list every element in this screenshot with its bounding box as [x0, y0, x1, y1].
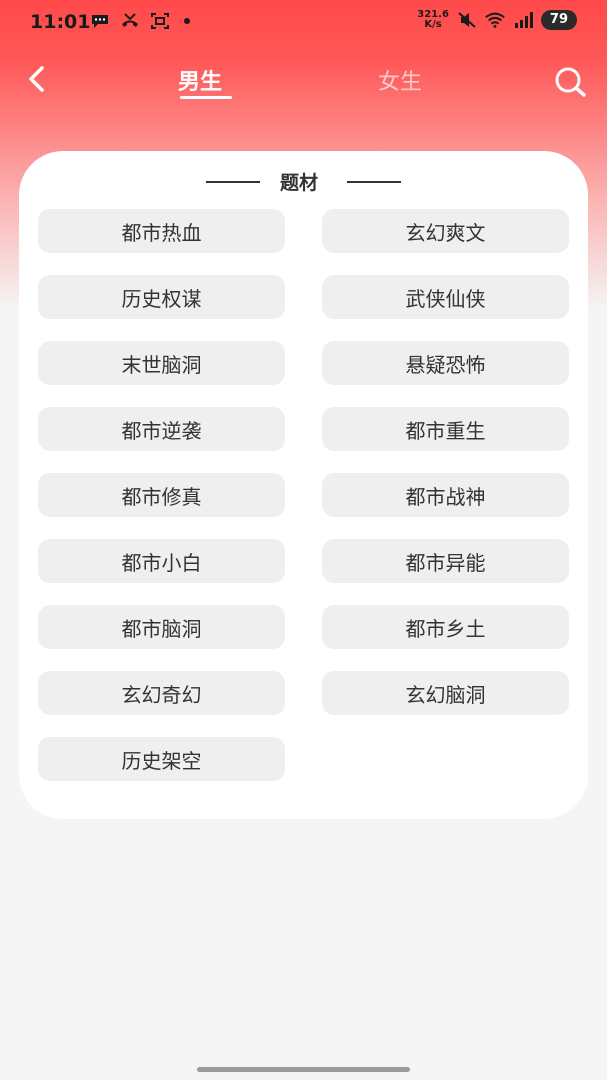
genre-chip[interactable]: 玄幻脑洞 — [322, 671, 569, 715]
top-nav: 男生 女生 — [0, 50, 607, 110]
net-speed-unit: K/s — [424, 19, 442, 30]
tab-active-underline — [180, 96, 232, 99]
status-bar: 11:01 321.6 K/s 79 — [0, 0, 607, 46]
genre-chip[interactable]: 玄幻奇幻 — [38, 671, 285, 715]
wifi-icon — [485, 12, 505, 28]
signal-icon — [514, 12, 533, 28]
genre-chip[interactable]: 都市脑洞 — [38, 605, 285, 649]
screen-capture-icon — [151, 13, 169, 29]
net-speed: 321.6 K/s — [417, 10, 449, 30]
tab-female[interactable]: 女生 — [378, 64, 422, 96]
genre-chip[interactable]: 玄幻爽文 — [322, 209, 569, 253]
home-indicator[interactable] — [197, 1067, 410, 1072]
title-divider-left — [206, 181, 260, 183]
genre-chip[interactable]: 悬疑恐怖 — [322, 341, 569, 385]
genre-chip[interactable]: 历史架空 — [38, 737, 285, 781]
genre-chip[interactable]: 都市热血 — [38, 209, 285, 253]
battery-icon: 79 — [540, 10, 577, 30]
status-left-icons — [90, 12, 190, 30]
missed-call-icon — [122, 13, 138, 27]
title-divider-right — [347, 181, 401, 183]
status-time: 11:01 — [30, 11, 91, 33]
genre-chip[interactable]: 历史权谋 — [38, 275, 285, 319]
genre-chip[interactable]: 末世脑洞 — [38, 341, 285, 385]
genre-chip[interactable]: 都市战神 — [322, 473, 569, 517]
tab-male[interactable]: 男生 — [178, 64, 222, 96]
mute-icon — [458, 12, 476, 28]
genre-chip[interactable]: 都市小白 — [38, 539, 285, 583]
genre-chip[interactable]: 都市逆袭 — [38, 407, 285, 451]
genre-chip[interactable]: 都市异能 — [322, 539, 569, 583]
genre-chip[interactable]: 都市乡土 — [322, 605, 569, 649]
genre-chip[interactable]: 都市重生 — [322, 407, 569, 451]
section-header: 题材 — [19, 168, 588, 194]
section-title: 题材 — [280, 172, 319, 194]
notification-dot-icon — [184, 18, 190, 24]
status-right-icons: 321.6 K/s 79 — [417, 10, 577, 30]
genre-card: 题材 都市热血 玄幻爽文 历史权谋 武侠仙侠 末世脑洞 悬疑恐怖 都市逆袭 都市重生 都市修真都… — [19, 151, 588, 819]
search-icon[interactable] — [552, 64, 588, 100]
chat-bubble-icon — [92, 15, 108, 28]
genre-chip[interactable]: 武侠仙侠 — [322, 275, 569, 319]
chevron-left-icon[interactable] — [22, 64, 52, 94]
genre-chip[interactable]: 都市修真 — [38, 473, 285, 517]
